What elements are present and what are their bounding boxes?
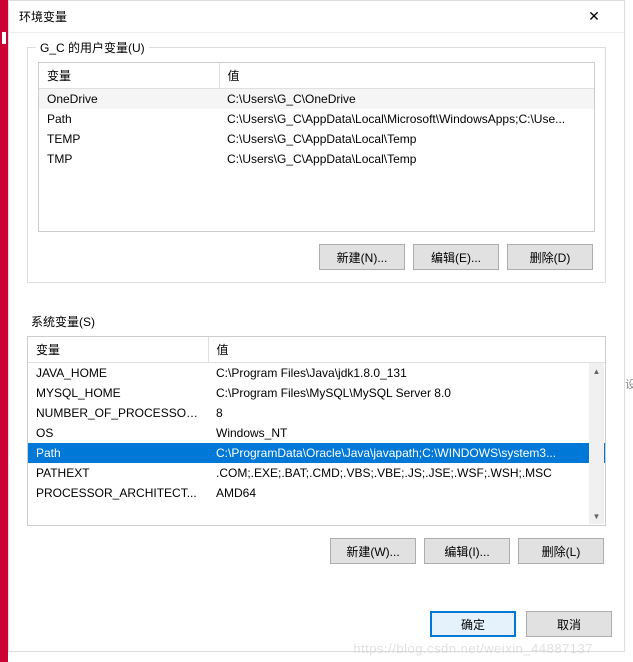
cell-val: C:\Users\G_C\AppData\Local\Microsoft\Win… (219, 109, 594, 129)
cell-val: C:\ProgramData\Oracle\Java\javapath;C:\W… (208, 443, 605, 463)
cell-val: 8 (208, 403, 605, 423)
sys-delete-button[interactable]: 删除(L) (518, 538, 604, 564)
sys-col-var[interactable]: 变量 (28, 337, 208, 363)
user-vars-group: G_C 的用户变量(U) 变量 值 OneDriveC:\Users\G_C\O… (27, 47, 606, 283)
user-vars-table-wrap[interactable]: 变量 值 OneDriveC:\Users\G_C\OneDrivePathC:… (38, 62, 595, 232)
env-vars-dialog: 环境变量 ✕ G_C 的用户变量(U) 变量 值 OneDriveC:\User… (8, 0, 625, 652)
cell-var: JAVA_HOME (28, 363, 208, 384)
cell-val: C:\Program Files\MySQL\MySQL Server 8.0 (208, 383, 605, 403)
cancel-button[interactable]: 取消 (526, 611, 612, 637)
table-row[interactable]: TEMPC:\Users\G_C\AppData\Local\Temp (39, 129, 594, 149)
cell-val: C:\Users\G_C\AppData\Local\Temp (219, 149, 594, 169)
table-row[interactable]: TMPC:\Users\G_C\AppData\Local\Temp (39, 149, 594, 169)
titlebar: 环境变量 ✕ (9, 1, 624, 33)
user-col-val[interactable]: 值 (219, 63, 594, 89)
table-row[interactable]: PathC:\Users\G_C\AppData\Local\Microsoft… (39, 109, 594, 129)
table-row[interactable]: JAVA_HOMEC:\Program Files\Java\jdk1.8.0_… (28, 363, 605, 384)
cell-val: C:\Users\G_C\OneDrive (219, 89, 594, 110)
window-left-edge (0, 0, 8, 662)
cell-val: C:\Program Files\Java\jdk1.8.0_131 (208, 363, 605, 384)
sys-new-button[interactable]: 新建(W)... (330, 538, 416, 564)
ok-button[interactable]: 确定 (430, 611, 516, 637)
table-row[interactable]: PATHEXT.COM;.EXE;.BAT;.CMD;.VBS;.VBE;.JS… (28, 463, 605, 483)
user-vars-buttons: 新建(N)... 编辑(E)... 删除(D) (38, 232, 595, 272)
cell-var: Path (39, 109, 219, 129)
close-icon: ✕ (588, 8, 600, 25)
system-vars-buttons: 新建(W)... 编辑(I)... 删除(L) (27, 526, 606, 566)
system-vars-table-wrap[interactable]: 变量 值 JAVA_HOMEC:\Program Files\Java\jdk1… (27, 336, 606, 526)
sys-edit-button[interactable]: 编辑(I)... (424, 538, 510, 564)
cell-var: PATHEXT (28, 463, 208, 483)
cell-val: AMD64 (208, 483, 605, 503)
user-col-var[interactable]: 变量 (39, 63, 219, 89)
cell-var: Path (28, 443, 208, 463)
close-button[interactable]: ✕ (574, 3, 614, 31)
cell-var: MYSQL_HOME (28, 383, 208, 403)
user-new-button[interactable]: 新建(N)... (319, 244, 405, 270)
table-row[interactable]: OSWindows_NT (28, 423, 605, 443)
table-row[interactable]: NUMBER_OF_PROCESSORS8 (28, 403, 605, 423)
system-vars-section: 系统变量(S) 变量 值 JAVA_HOMEC:\Program Files\J… (27, 313, 606, 566)
watermark: https://blog.csdn.net/weixin_44887137 (353, 641, 593, 656)
table-row[interactable]: OneDriveC:\Users\G_C\OneDrive (39, 89, 594, 110)
cell-val: Windows_NT (208, 423, 605, 443)
user-vars-table: 变量 值 OneDriveC:\Users\G_C\OneDrivePathC:… (39, 63, 594, 169)
system-vars-label: 系统变量(S) (27, 313, 606, 336)
cell-val: .COM;.EXE;.BAT;.CMD;.VBS;.VBE;.JS;.JSE;.… (208, 463, 605, 483)
user-delete-button[interactable]: 删除(D) (507, 244, 593, 270)
cell-var: OneDrive (39, 89, 219, 110)
cell-val: C:\Users\G_C\AppData\Local\Temp (219, 129, 594, 149)
system-scrollbar[interactable]: ▲ ▼ (589, 363, 604, 524)
table-row[interactable]: PROCESSOR_ARCHITECT...AMD64 (28, 483, 605, 503)
dialog-title: 环境变量 (19, 8, 574, 25)
cell-var: PROCESSOR_ARCHITECT... (28, 483, 208, 503)
window-right-edge: 设 (625, 96, 633, 496)
table-row[interactable]: MYSQL_HOMEC:\Program Files\MySQL\MySQL S… (28, 383, 605, 403)
cell-var: TMP (39, 149, 219, 169)
table-row[interactable]: PathC:\ProgramData\Oracle\Java\javapath;… (28, 443, 605, 463)
user-vars-label: G_C 的用户变量(U) (36, 39, 149, 56)
cell-var: OS (28, 423, 208, 443)
cell-var: NUMBER_OF_PROCESSORS (28, 403, 208, 423)
sys-col-val[interactable]: 值 (208, 337, 605, 363)
cell-var: TEMP (39, 129, 219, 149)
scroll-up-icon[interactable]: ▲ (589, 363, 604, 379)
scroll-down-icon[interactable]: ▼ (589, 508, 604, 524)
system-vars-table: 变量 值 JAVA_HOMEC:\Program Files\Java\jdk1… (28, 337, 605, 503)
dialog-content: G_C 的用户变量(U) 变量 值 OneDriveC:\Users\G_C\O… (9, 33, 624, 603)
user-edit-button[interactable]: 编辑(E)... (413, 244, 499, 270)
